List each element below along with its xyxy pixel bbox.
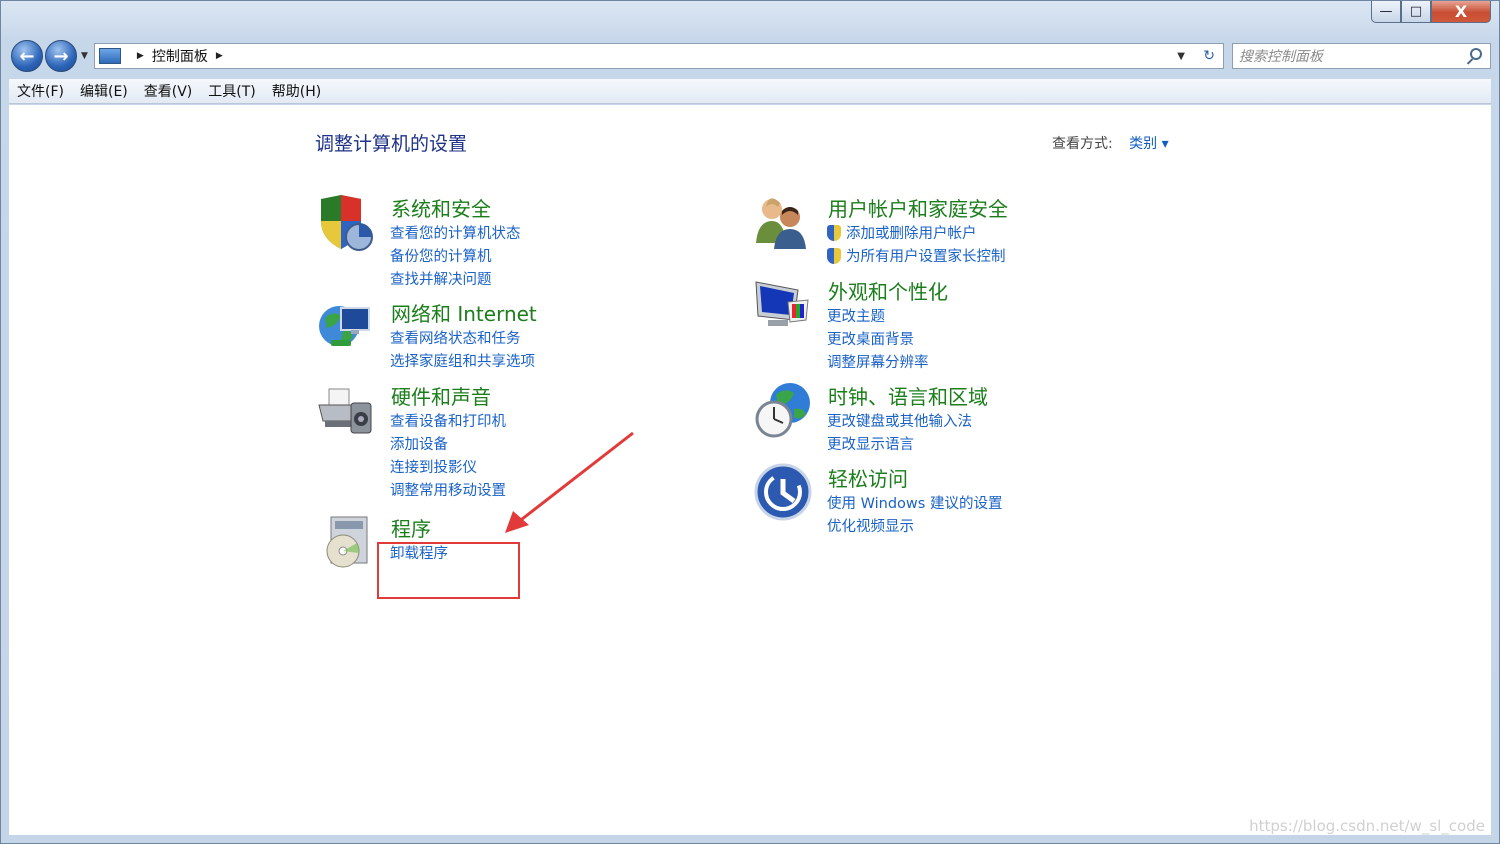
link-label: 添加或删除用户帐户 <box>846 226 977 242</box>
link-network-status[interactable]: 查看网络状态和任务 <box>390 328 535 351</box>
link-display-language[interactable]: 更改显示语言 <box>827 434 972 457</box>
menu-view[interactable]: 查看(V) <box>144 81 193 101</box>
content-area: 调整计算机的设置 查看方式: 类别 ▾ 系统和安全 查看您的计算机状态 备份您的… <box>9 105 1491 835</box>
annotation-highlight-box <box>377 542 520 599</box>
link-desktop-background[interactable]: 更改桌面背景 <box>827 329 929 352</box>
address-dropdown-icon[interactable]: ▼ <box>1177 51 1185 62</box>
minimize-button[interactable]: — <box>1371 1 1401 23</box>
search-input[interactable]: 搜索控制面板 <box>1231 43 1491 69</box>
menu-tools[interactable]: 工具(T) <box>208 81 255 101</box>
caption-buttons: — □ X <box>1371 1 1491 23</box>
menu-help[interactable]: 帮助(H) <box>272 81 321 101</box>
category-title[interactable]: 系统和安全 <box>391 193 491 222</box>
globe-network-icon <box>319 306 370 346</box>
maximize-button[interactable]: □ <box>1401 1 1431 23</box>
link-change-theme[interactable]: 更改主题 <box>827 306 929 329</box>
menu-edit[interactable]: 编辑(E) <box>80 81 128 101</box>
programs-disc-icon <box>326 516 368 568</box>
category-title[interactable]: 网络和 Internet <box>391 298 537 327</box>
control-panel-window: — □ X ← → ▼ ▶ 控制面板 ▶ ▼ ↻ 搜索控制面板 文件(F) 编辑… <box>0 0 1500 844</box>
annotation-arrow <box>516 431 634 525</box>
page-title: 调整计算机的设置 <box>315 133 468 155</box>
back-button[interactable]: ← <box>11 40 43 72</box>
category-title[interactable]: 时钟、语言和区域 <box>828 381 988 410</box>
ease-of-access-icon <box>754 463 812 521</box>
menu-bar: 文件(F) 编辑(E) 查看(V) 工具(T) 帮助(H) <box>9 79 1491 104</box>
recent-pages-dropdown[interactable]: ▼ <box>81 51 88 61</box>
breadcrumb-separator[interactable]: ▶ <box>137 51 144 61</box>
view-by-label: 查看方式: <box>1052 136 1113 152</box>
link-label: 为所有用户设置家长控制 <box>846 249 1006 265</box>
link-add-remove-accounts[interactable]: 添加或删除用户帐户 <box>827 223 1006 246</box>
category-links: 查看网络状态和任务 选择家庭组和共享选项 <box>390 328 535 374</box>
search-icon[interactable] <box>1470 48 1482 60</box>
clock-globe-icon <box>755 383 810 438</box>
link-mobility-settings[interactable]: 调整常用移动设置 <box>390 480 506 503</box>
printer-icon <box>318 388 372 434</box>
annotation-arrowhead <box>505 511 529 533</box>
category-links: 使用 Windows 建议的设置 优化视频显示 <box>827 493 1002 539</box>
close-button[interactable]: X <box>1431 1 1491 23</box>
breadcrumb-control-panel[interactable]: 控制面板 <box>152 46 208 66</box>
link-screen-resolution[interactable]: 调整屏幕分辨率 <box>827 352 929 375</box>
forward-button[interactable]: → <box>45 40 77 72</box>
link-find-fix-problems[interactable]: 查找并解决问题 <box>390 269 521 292</box>
control-panel-icon <box>98 48 121 64</box>
uac-shield-icon <box>827 225 841 241</box>
category-title[interactable]: 用户帐户和家庭安全 <box>828 193 1008 222</box>
category-links: 添加或删除用户帐户 为所有用户设置家长控制 <box>827 223 1006 269</box>
breadcrumb-separator[interactable]: ▶ <box>216 51 223 61</box>
category-links: 查看您的计算机状态 备份您的计算机 查找并解决问题 <box>390 223 521 292</box>
view-by-dropdown[interactable]: 类别 ▾ <box>1129 136 1168 152</box>
menu-file[interactable]: 文件(F) <box>17 81 64 101</box>
address-bar[interactable]: ▶ 控制面板 ▶ ▼ ↻ <box>93 43 1224 69</box>
link-homegroup-sharing[interactable]: 选择家庭组和共享选项 <box>390 351 535 374</box>
search-placeholder: 搜索控制面板 <box>1238 49 1323 65</box>
link-devices-printers[interactable]: 查看设备和打印机 <box>390 411 506 434</box>
category-title[interactable]: 外观和个性化 <box>828 276 948 305</box>
link-optimize-visual-display[interactable]: 优化视频显示 <box>827 516 1002 539</box>
link-backup-computer[interactable]: 备份您的计算机 <box>390 246 521 269</box>
category-links: 查看设备和打印机 添加设备 连接到投影仪 调整常用移动设置 <box>390 411 506 503</box>
annotation-overlay <box>505 431 634 533</box>
view-by: 查看方式: 类别 ▾ <box>1052 133 1169 153</box>
monitor-palette-icon <box>755 281 809 326</box>
link-windows-recommended-settings[interactable]: 使用 Windows 建议的设置 <box>827 493 1002 516</box>
link-parental-controls[interactable]: 为所有用户设置家长控制 <box>827 246 1006 269</box>
category-links: 更改主题 更改桌面背景 调整屏幕分辨率 <box>827 306 929 375</box>
watermark: https://blog.csdn.net/w_sl_code <box>1249 817 1485 835</box>
category-title[interactable]: 轻松访问 <box>828 463 908 492</box>
refresh-icon[interactable]: ↻ <box>1203 48 1215 64</box>
shield-pie-icon <box>321 195 373 251</box>
link-connect-projector[interactable]: 连接到投影仪 <box>390 457 506 480</box>
users-icon <box>756 198 806 249</box>
category-title[interactable]: 程序 <box>391 513 431 542</box>
link-view-computer-status[interactable]: 查看您的计算机状态 <box>390 223 521 246</box>
link-add-device[interactable]: 添加设备 <box>390 434 506 457</box>
navigation-row: ← → ▼ ▶ 控制面板 ▶ ▼ ↻ 搜索控制面板 <box>11 39 1491 73</box>
uac-shield-icon <box>827 248 841 264</box>
link-keyboard-input[interactable]: 更改键盘或其他输入法 <box>827 411 972 434</box>
category-links: 更改键盘或其他输入法 更改显示语言 <box>827 411 972 457</box>
category-title[interactable]: 硬件和声音 <box>391 381 491 410</box>
